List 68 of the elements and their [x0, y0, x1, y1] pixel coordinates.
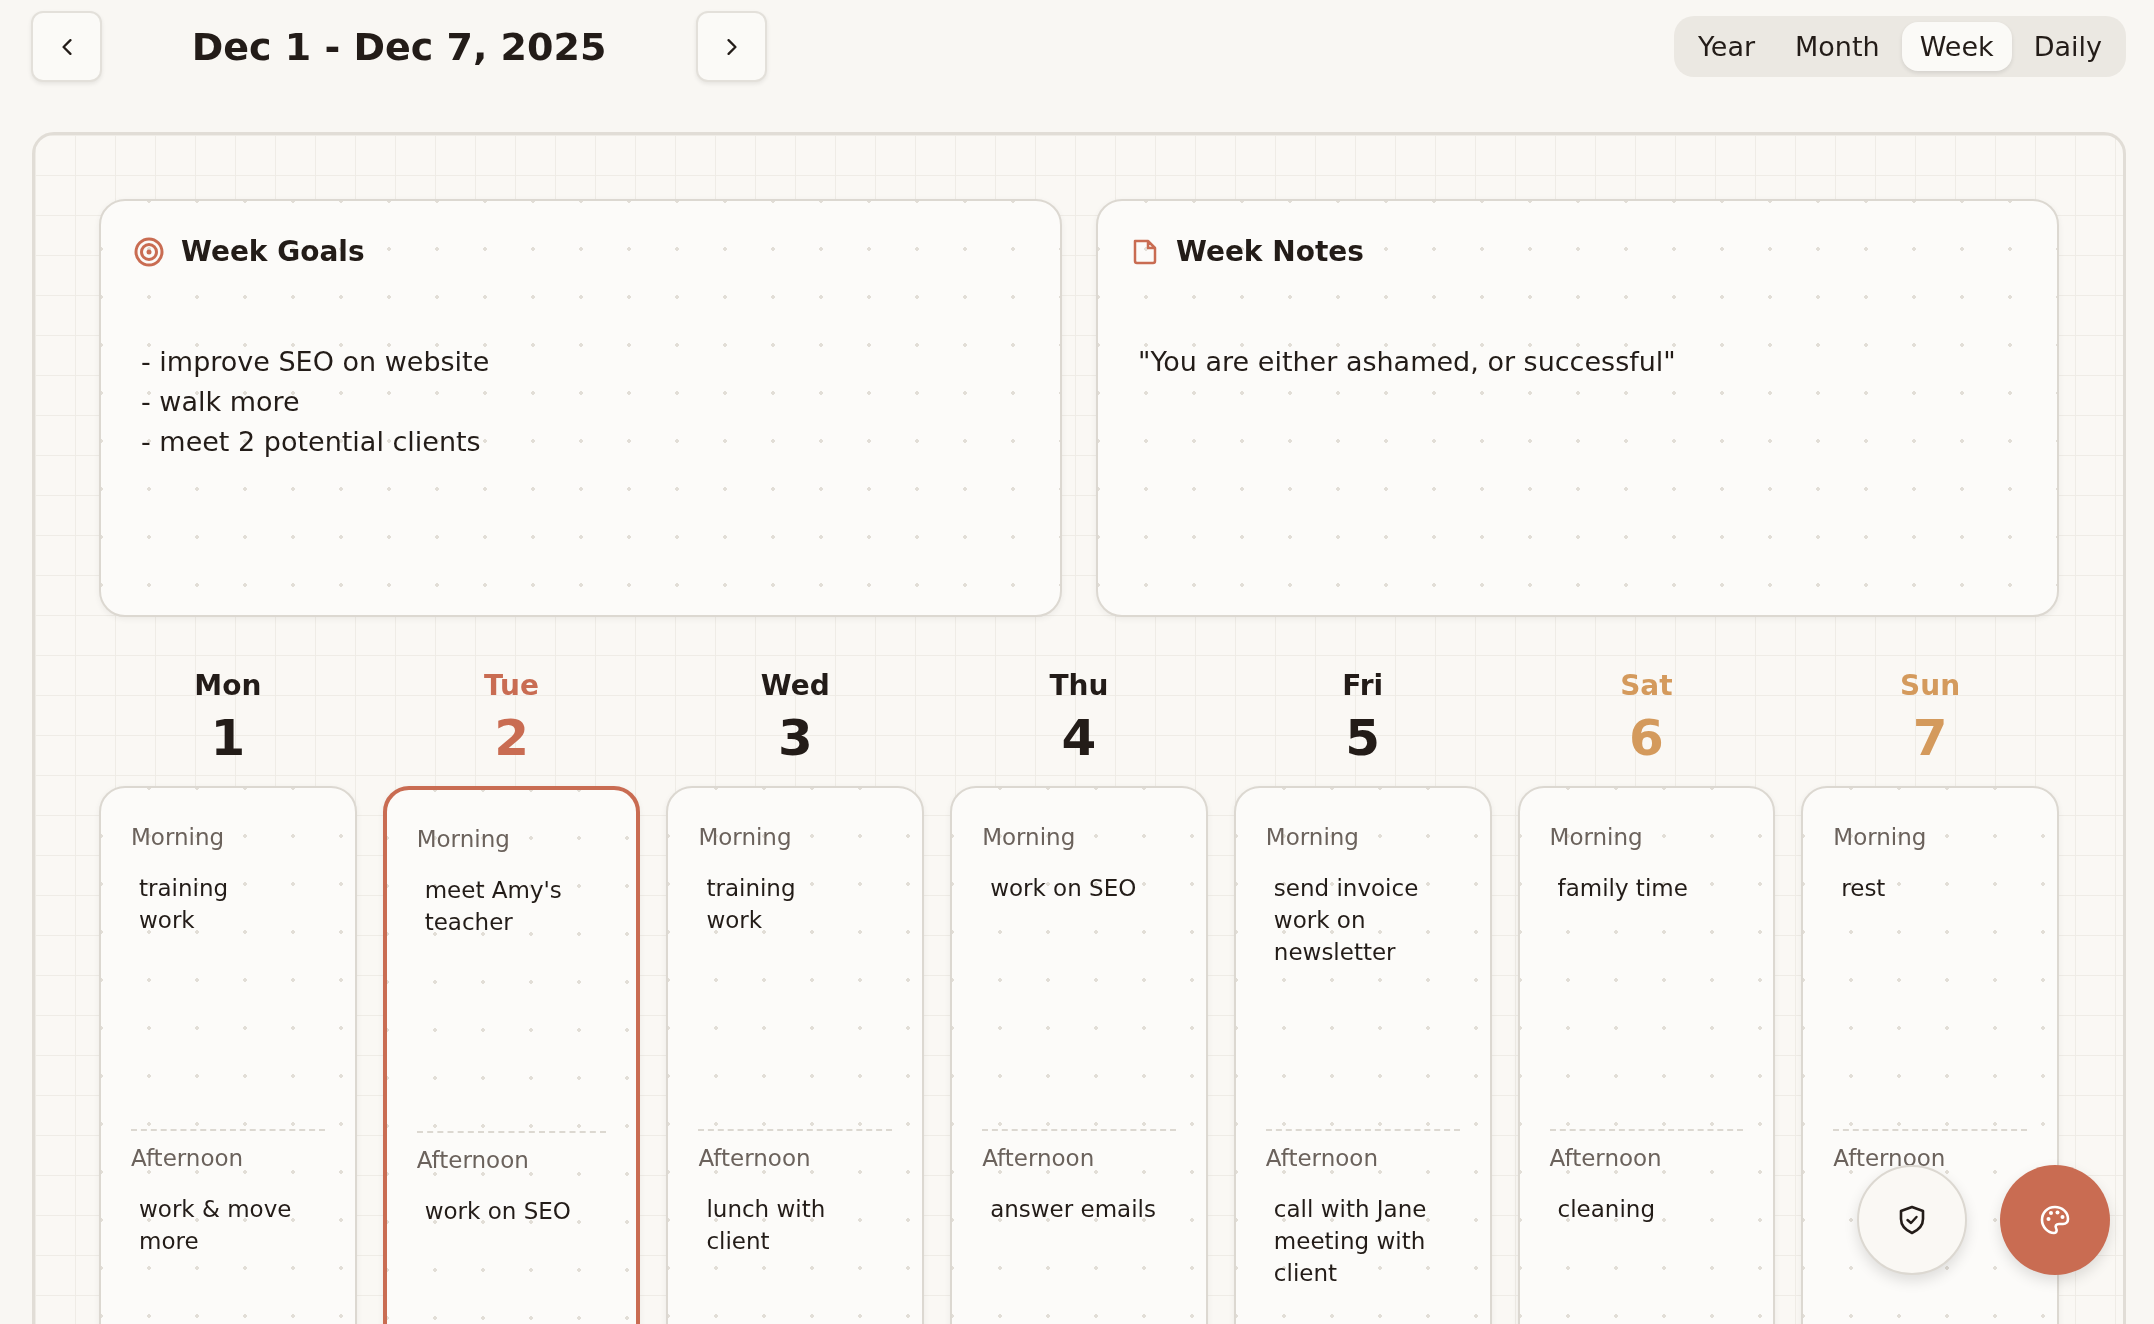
slot-label: Afternoon [1265, 1145, 1379, 1171]
day-number: 1 [210, 708, 246, 768]
task-text: rest [1841, 874, 1887, 903]
view-tab[interactable]: Week [1901, 22, 2012, 71]
view-tab[interactable]: Daily [2015, 22, 2120, 71]
day-number: 4 [1061, 708, 1097, 768]
note-text: "You are either ashamed, or successful" [1138, 345, 1677, 379]
slot-label: Afternoon [1549, 1145, 1663, 1171]
slot-label: Morning [1833, 824, 1928, 850]
view-tab[interactable]: Month [1777, 22, 1898, 71]
day-card[interactable]: Morning meet Amy's teacher Afternoon work on SEO [382, 786, 641, 1324]
weekday-label: Tue [484, 669, 540, 702]
weekday-label: Sun [1900, 669, 1961, 702]
task-text: cleaning [1557, 1195, 1656, 1224]
card-title: Week Notes [1176, 235, 1364, 268]
slot-label: Afternoon [1833, 1145, 1947, 1171]
task-text: send invoice [1273, 874, 1420, 903]
weekday-label: Thu [1049, 669, 1109, 702]
day-number: 2 [494, 708, 529, 768]
slot-label: Morning [698, 824, 793, 850]
task-text: call with Jane [1273, 1195, 1428, 1224]
day-card[interactable]: Morning rest Afternoon [1801, 786, 2059, 1324]
chevron-right-icon [726, 38, 737, 55]
goal-text: - improve SEO on website [141, 345, 491, 379]
slot-label: Morning [416, 826, 511, 852]
day-card[interactable]: Morning training work Afternoon work & move more [99, 786, 357, 1324]
task-text: training [706, 874, 797, 903]
slot-label: Morning [1549, 824, 1644, 850]
slot-label: Afternoon [131, 1145, 245, 1171]
day-card[interactable]: Morning send invoice work on newsletter Afternoon call with Jane meeting with client [1233, 786, 1492, 1324]
day-number: 5 [1345, 708, 1381, 768]
task-text: work on SEO [990, 874, 1138, 903]
date-range-title: Dec 1 - Dec 7, 2025 [190, 24, 608, 69]
task-text: meet Amy's teacher [424, 876, 563, 937]
task-text: training [139, 874, 230, 903]
day-card[interactable]: Morning work on SEO Afternoon answer emails [950, 786, 1208, 1324]
day-number: 6 [1629, 708, 1664, 768]
weekday-label: Mon [194, 669, 262, 702]
slot-label: Afternoon [698, 1145, 812, 1171]
card-title: Week Goals [181, 235, 365, 268]
task-text: family time [1557, 874, 1689, 903]
chevron-left-icon [61, 38, 72, 55]
day-card[interactable]: Morning training work Afternoon lunch with client [666, 786, 925, 1324]
slot-label: Morning [982, 824, 1077, 850]
task-text: work [139, 906, 196, 935]
shield-check-icon [1897, 1204, 1927, 1236]
task-text: work on newsletter [1273, 906, 1397, 967]
task-text: work on SEO [424, 1197, 572, 1226]
weekday-label: Sat [1620, 669, 1673, 702]
task-text: work [706, 906, 764, 935]
slot-label: Morning [1265, 824, 1360, 850]
slot-label: Afternoon [416, 1147, 530, 1173]
palette-icon [2039, 1204, 2071, 1236]
day-number: 7 [1912, 708, 1948, 768]
view-tab[interactable]: Year [1679, 22, 1774, 71]
weekday-label: Fri [1342, 669, 1384, 702]
task-text: lunch with client [706, 1195, 827, 1256]
task-text: meeting with client [1273, 1227, 1427, 1288]
target-icon [133, 235, 165, 268]
goal-text: - walk more [141, 385, 301, 419]
day-card[interactable]: Morning family time Afternoon cleaning [1517, 786, 1776, 1324]
task-text: work & move more [139, 1195, 293, 1256]
weekday-label: Wed [760, 669, 830, 702]
day-number: 3 [777, 708, 813, 768]
slot-label: Morning [131, 824, 226, 850]
goal-text: - meet 2 potential clients [141, 425, 482, 459]
task-text: answer emails [990, 1195, 1157, 1224]
slot-label: Afternoon [982, 1145, 1096, 1171]
